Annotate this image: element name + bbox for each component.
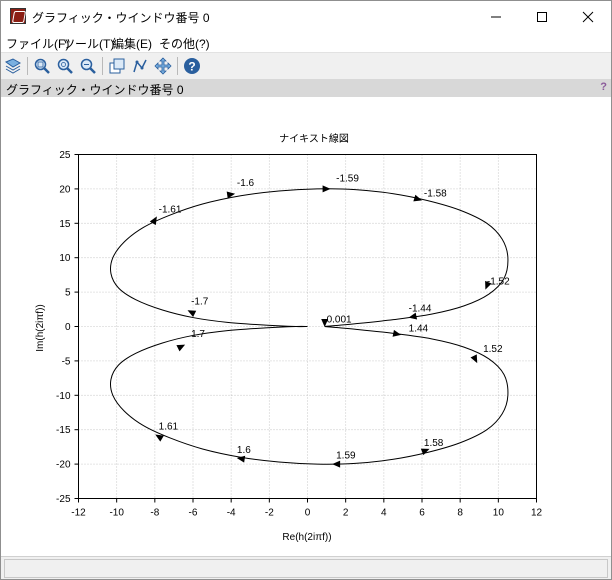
frequency-label: -1.44 xyxy=(409,303,432,314)
y-tick-label: 25 xyxy=(59,150,71,161)
y-tick-label: 20 xyxy=(59,184,71,195)
frequency-label: 1.7 xyxy=(191,329,205,340)
figure-title: グラフィック・ウインドウ番号 0 xyxy=(6,83,184,97)
frequency-label: -1.6 xyxy=(237,178,255,189)
y-tick-label: 10 xyxy=(59,253,71,264)
frequency-annotations: 0.001 -1.44 1.44 -1.52 1.52 -1.58 1.58 -1.59 1.5… xyxy=(159,173,510,461)
pan-button[interactable] xyxy=(153,56,173,76)
frequency-label: -1.7 xyxy=(191,296,209,307)
zoom-button[interactable] xyxy=(32,56,52,76)
edit-curve-button[interactable] xyxy=(130,56,150,76)
frequency-label: -1.58 xyxy=(424,188,447,199)
frequency-label: 1.44 xyxy=(409,323,429,334)
title-bar: グラフィック・ウインドウ番号 0 xyxy=(1,1,611,32)
zoom-fit-icon xyxy=(57,58,73,74)
datatip-icon xyxy=(4,58,22,74)
menu-tools[interactable]: ツール(T) xyxy=(63,35,114,52)
zoom-icon xyxy=(34,58,50,74)
x-tick-label: 6 xyxy=(419,508,425,519)
close-icon xyxy=(582,11,594,22)
y-tick-label: 15 xyxy=(59,219,71,230)
figure-help-icon[interactable]: ? xyxy=(600,81,607,93)
frequency-label: 1.58 xyxy=(424,438,444,449)
y-tick-label: -15 xyxy=(56,425,71,436)
arrow-head-mark xyxy=(155,434,164,442)
help-icon: ? xyxy=(184,58,200,74)
frequency-label: -1.61 xyxy=(159,204,182,215)
arrow-head-mark xyxy=(392,329,402,337)
frequency-label: 1.52 xyxy=(483,344,503,355)
nyquist-chart: ナイキスト線図 Re(h(2iπf)) Im(h(2iπf)) -12 -10 -8… xyxy=(35,132,543,543)
arrow-head-mark xyxy=(332,460,341,468)
x-tick-label: -12 xyxy=(71,508,86,519)
x-tick-label: 10 xyxy=(493,508,505,519)
status-field xyxy=(4,559,608,578)
direction-arrows xyxy=(149,185,492,468)
y-tick-label: -25 xyxy=(56,494,71,505)
scilab-app-icon xyxy=(10,8,26,24)
rotate-3d-icon xyxy=(109,58,125,74)
x-tick-label: 0 xyxy=(305,508,311,519)
frequency-label: -1.59 xyxy=(336,173,359,184)
close-button[interactable] xyxy=(565,1,611,32)
x-tick-label: -4 xyxy=(227,508,236,519)
menu-file[interactable]: ファイル(F) xyxy=(6,35,69,52)
x-tick-label: 4 xyxy=(381,508,387,519)
maximize-icon xyxy=(537,11,547,22)
zoom-reset-button[interactable] xyxy=(78,56,98,76)
minimize-icon xyxy=(491,16,501,17)
curve-edit-icon xyxy=(133,59,147,73)
x-tick-label: -6 xyxy=(189,508,198,519)
pan-icon xyxy=(154,57,172,75)
arrow-head-mark xyxy=(413,194,423,202)
x-tick-label: 12 xyxy=(531,508,543,519)
y-tick-label: 0 xyxy=(65,322,71,333)
y-tick-label: 5 xyxy=(65,288,71,299)
window-title: グラフィック・ウインドウ番号 0 xyxy=(32,11,210,25)
svg-text:?: ? xyxy=(188,60,195,74)
datatip-button[interactable] xyxy=(3,56,23,76)
x-tick-label: 2 xyxy=(343,508,349,519)
menu-other[interactable]: その他(?) xyxy=(159,35,210,52)
frequency-label: -1.52 xyxy=(487,277,510,288)
frequency-label: 1.59 xyxy=(336,451,356,462)
frequency-label: 0.001 xyxy=(327,314,352,325)
y-tick-label: -20 xyxy=(56,460,71,471)
minimize-button[interactable] xyxy=(473,1,519,32)
zoom-reset-icon xyxy=(80,58,96,74)
menu-bar: ファイル(F) ツール(T) 編集(E) その他(?) xyxy=(1,32,611,52)
arrow-head-mark xyxy=(187,310,197,317)
x-tick-label: -10 xyxy=(109,508,124,519)
y-axis-label: Im(h(2iπf)) xyxy=(35,304,46,351)
graphic-window: グラフィック・ウインドウ番号 0 ファイル(F) ツール(T) 編集(E) その… xyxy=(0,0,612,580)
zoom-fit-button[interactable] xyxy=(55,56,75,76)
maximize-button[interactable] xyxy=(519,1,565,32)
frequency-label: 1.61 xyxy=(159,422,179,433)
arrow-head-mark xyxy=(176,344,186,352)
rotate-3d-button[interactable] xyxy=(107,56,127,76)
menu-edit[interactable]: 編集(E) xyxy=(112,35,152,52)
y-tick-label: -5 xyxy=(62,356,71,367)
arrow-head-mark xyxy=(322,185,331,193)
help-button[interactable]: ? xyxy=(182,56,202,76)
x-axis-label: Re(h(2iπf)) xyxy=(282,532,331,543)
x-tick-label: 8 xyxy=(457,508,463,519)
x-tick-label: -8 xyxy=(150,508,159,519)
figure-header: グラフィック・ウインドウ番号 0 ? xyxy=(1,79,611,97)
plot-area[interactable]: ナイキスト線図 Re(h(2iπf)) Im(h(2iπf)) -12 -10 -8… xyxy=(1,97,611,555)
status-bar xyxy=(1,556,611,579)
arrow-head-mark xyxy=(470,354,478,364)
x-tick-label: -2 xyxy=(265,508,274,519)
frequency-label: 1.6 xyxy=(237,445,251,456)
toolbar: ? xyxy=(1,52,611,80)
chart-title: ナイキスト線図 xyxy=(279,132,349,145)
y-tick-label: -10 xyxy=(56,391,71,402)
